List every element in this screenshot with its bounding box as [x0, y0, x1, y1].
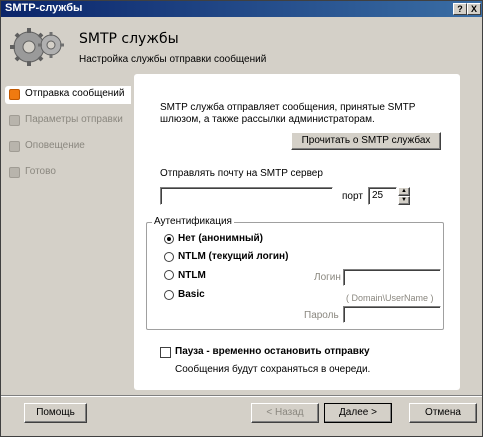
step-label: Параметры отправки — [25, 114, 123, 125]
port-down-icon[interactable]: ▼ — [398, 196, 410, 205]
smtp-wizard-window: SMTP-службы ? X SMTP службы Настройка сл… — [0, 0, 483, 437]
cancel-button[interactable]: Отмена — [409, 403, 477, 423]
password-input[interactable] — [343, 306, 441, 323]
auth-none-radio[interactable] — [164, 234, 174, 244]
step-label: Оповещение — [25, 140, 85, 151]
login-input[interactable] — [343, 269, 441, 286]
step-active-marker-icon — [9, 89, 20, 100]
gears-icon — [10, 28, 64, 66]
step-marker-icon — [9, 141, 20, 152]
step-marker-icon — [9, 167, 20, 178]
window-title: SMTP-службы — [5, 2, 83, 14]
login-label: Логин — [314, 272, 341, 283]
footer-divider — [1, 395, 482, 397]
auth-basic-label: Basic — [178, 289, 205, 300]
step-done[interactable]: Готово — [5, 164, 131, 182]
page-subtitle: Настройка службы отправки сообщений — [79, 54, 267, 65]
read-about-smtp-button[interactable]: Прочитать о SMTP службах — [291, 132, 441, 150]
wizard-header: SMTP службы Настройка службы отправки со… — [1, 17, 482, 72]
pause-note: Сообщения будут сохраняться в очереди. — [175, 364, 371, 375]
auth-basic-radio[interactable] — [164, 290, 174, 300]
step-label: Отправка сообщений — [25, 88, 125, 99]
step-send-parameters[interactable]: Параметры отправки — [5, 112, 131, 130]
next-button[interactable]: Далее > — [324, 403, 392, 423]
auth-ntlm-current-label: NTLM (текущий логин) — [178, 251, 289, 262]
port-label: порт — [342, 191, 363, 202]
password-label: Пароль — [304, 310, 339, 321]
smtp-server-label: Отправлять почту на SMTP сервер — [160, 168, 323, 179]
smtp-server-input[interactable] — [160, 187, 333, 205]
smtp-description: SMTP служба отправляет сообщения, принят… — [160, 102, 416, 125]
step-label: Готово — [25, 166, 56, 177]
auth-none-label: Нет (анонимный) — [178, 233, 264, 244]
content-panel: SMTP служба отправляет сообщения, принят… — [134, 74, 460, 390]
auth-ntlm-current-radio[interactable] — [164, 252, 174, 262]
login-hint: ( Domain\UserName ) — [346, 293, 434, 303]
title-bar[interactable]: SMTP-службы ? X — [1, 1, 482, 17]
help-title-button[interactable]: ? — [453, 3, 467, 15]
step-marker-icon — [9, 115, 20, 126]
pause-checkbox[interactable] — [160, 347, 171, 358]
step-send-messages[interactable]: Отправка сообщений — [5, 86, 131, 104]
back-button[interactable]: < Назад — [251, 403, 319, 423]
auth-legend: Аутентификация — [152, 216, 234, 227]
port-input[interactable]: 25 — [368, 187, 397, 205]
close-title-button[interactable]: X — [467, 3, 481, 15]
help-button[interactable]: Помощь — [24, 403, 87, 423]
auth-ntlm-label: NTLM — [178, 270, 206, 281]
auth-ntlm-radio[interactable] — [164, 270, 174, 280]
port-up-icon[interactable]: ▲ — [398, 187, 410, 196]
step-notification[interactable]: Оповещение — [5, 138, 131, 156]
pause-label: Пауза - временно остановить отправку — [175, 346, 370, 357]
page-title: SMTP службы — [79, 31, 179, 47]
